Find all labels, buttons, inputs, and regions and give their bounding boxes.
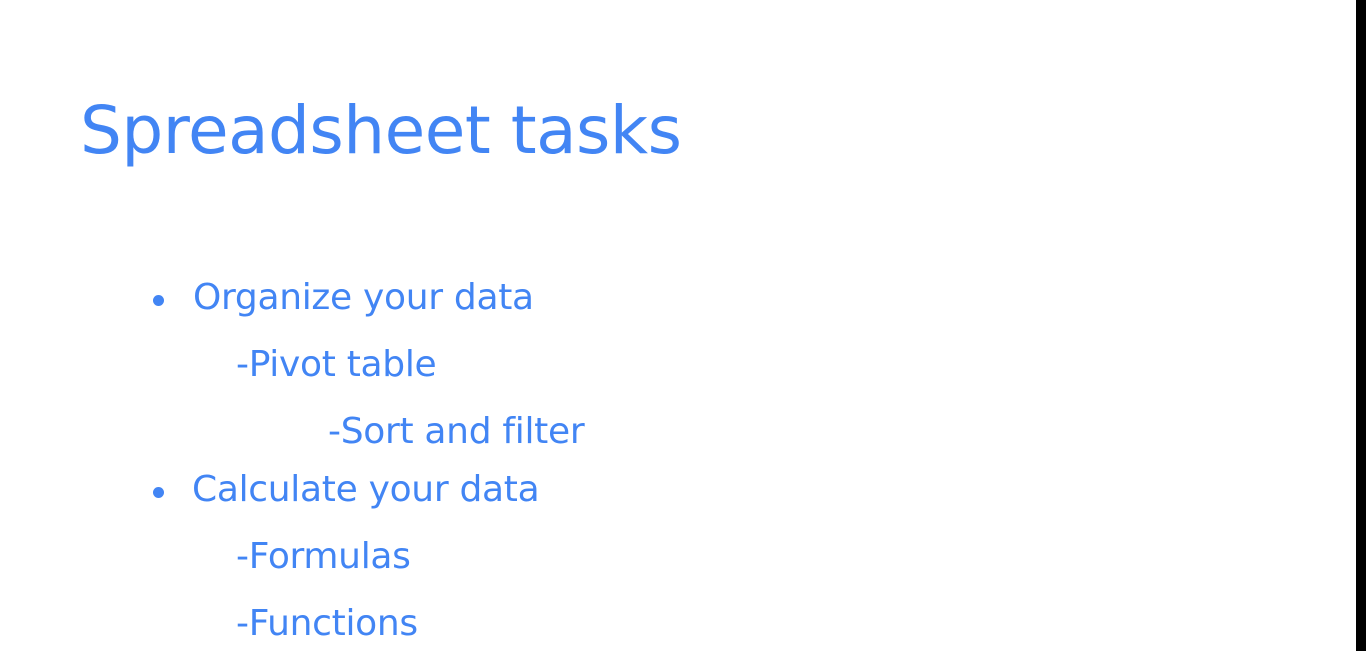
sub-item-formulas: -Formulas	[236, 536, 411, 577]
sub-item-functions: -Functions	[236, 603, 418, 644]
bullet-dot-icon	[153, 295, 164, 306]
sub-item-pivot-table: -Pivot table	[236, 344, 437, 385]
bullet-item-organize: Organize your data	[193, 277, 534, 318]
window-edge	[1356, 0, 1366, 651]
slide-title: Spreadsheet tasks	[80, 92, 682, 169]
bullet-dot-icon	[153, 487, 164, 498]
sub-item-sort-filter: -Sort and filter	[328, 411, 585, 452]
bullet-item-calculate: Calculate your data	[192, 469, 540, 510]
slide: Spreadsheet tasks Organize your data -Pi…	[0, 0, 1356, 651]
